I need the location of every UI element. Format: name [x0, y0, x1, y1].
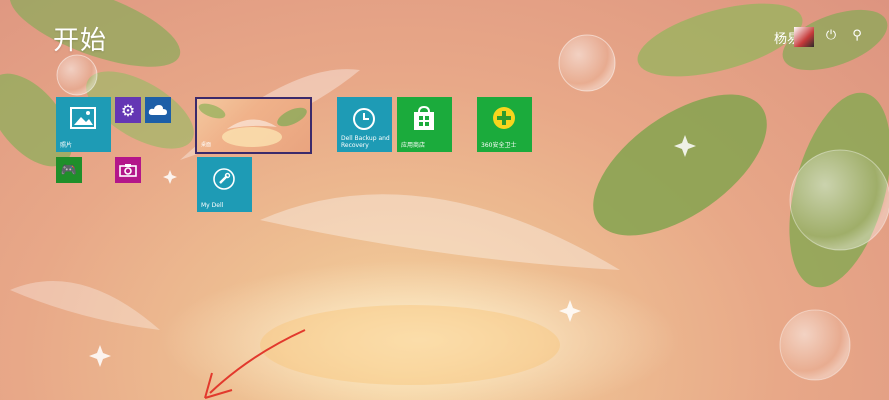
tile-camera[interactable]	[115, 157, 141, 183]
desktop-preview	[198, 103, 307, 147]
clock-icon	[352, 107, 376, 131]
shield-icon	[491, 105, 517, 131]
user-avatar[interactable]	[794, 27, 814, 47]
tile-store[interactable]: 应用商店	[397, 97, 452, 152]
tile-desktop[interactable]: 桌面	[195, 97, 312, 154]
tile-dell-backup-label: Dell Backup and Recovery	[341, 135, 390, 149]
cloud-icon	[148, 104, 168, 116]
tile-games[interactable]: 🎮	[56, 157, 82, 183]
gear-icon: ⚙	[120, 100, 136, 120]
photo-icon	[70, 107, 96, 129]
tile-settings[interactable]: ⚙	[115, 97, 141, 123]
wrench-icon	[212, 167, 236, 191]
camera-icon	[119, 163, 137, 177]
search-icon[interactable]: ⚲	[848, 27, 866, 45]
store-bag-icon	[412, 105, 436, 131]
gamepad-icon: 🎮	[60, 162, 78, 178]
power-icon[interactable]: ⏻	[822, 27, 840, 45]
tile-photos[interactable]: 照片	[56, 97, 111, 152]
tile-desktop-label: 桌面	[201, 142, 212, 148]
tile-dell-backup[interactable]: Dell Backup and Recovery	[337, 97, 392, 152]
tile-my-dell-label: My Dell	[201, 202, 224, 209]
tile-360-safe-label: 360安全卫士	[481, 142, 517, 149]
tile-360-safe[interactable]: 360安全卫士	[477, 97, 532, 152]
wallpaper	[0, 0, 889, 400]
tile-store-label: 应用商店	[401, 142, 426, 149]
start-title: 开始	[53, 26, 108, 56]
tile-my-dell[interactable]: My Dell	[197, 157, 252, 212]
tile-photos-label: 照片	[60, 142, 73, 149]
tile-onedrive[interactable]	[145, 97, 171, 123]
